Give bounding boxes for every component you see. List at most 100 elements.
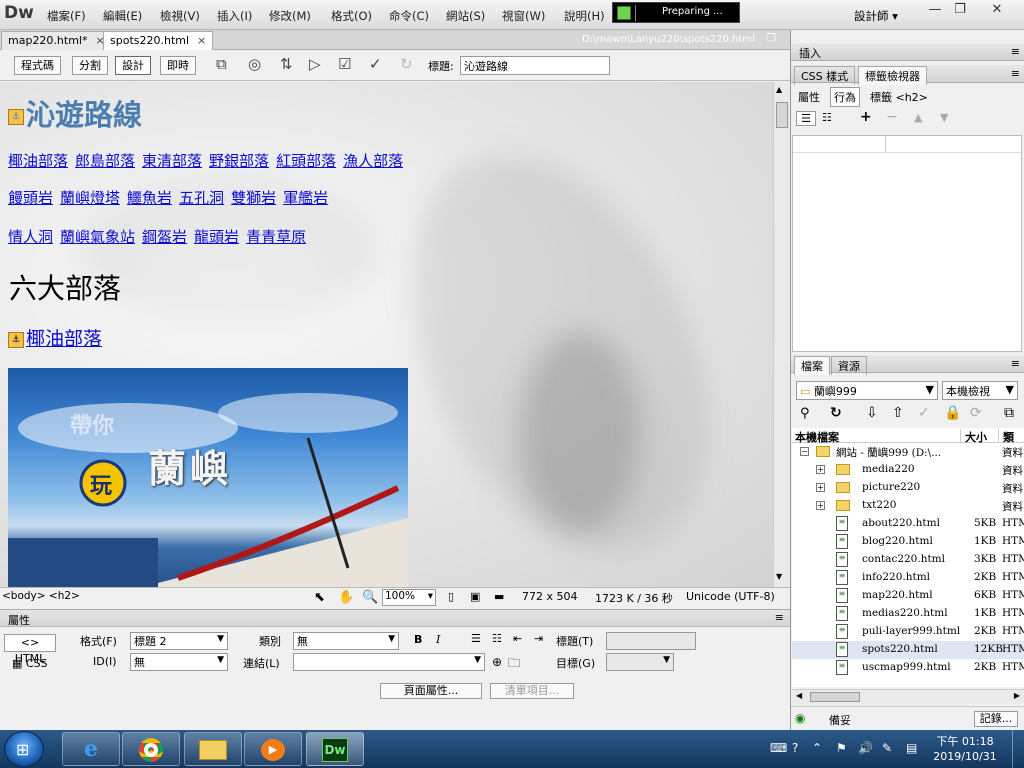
action-center-icon[interactable]: ⚑ (836, 741, 847, 755)
collapse-icon[interactable]: − (800, 447, 809, 456)
multiscreen-icon[interactable]: ⧉ (216, 55, 227, 73)
size-mobile-icon[interactable]: ▯ (448, 590, 454, 603)
page-properties-button[interactable]: 頁面屬性... (380, 683, 482, 699)
link-site-3[interactable]: 鋼盔岩 (142, 228, 187, 246)
file-row[interactable]: ≡ info220.html 2KB HTM (792, 569, 1024, 587)
list-item-button[interactable]: 清單項目... (490, 683, 574, 699)
page-title-input[interactable]: 沁遊路線 (460, 56, 610, 75)
outdent-icon[interactable]: ⇤ (513, 632, 522, 645)
file-row[interactable]: ≡ about220.html 5KB HTM (792, 515, 1024, 533)
file-management-icon[interactable]: ⇅ (280, 55, 293, 73)
point-to-file-icon[interactable]: ⊕ (492, 655, 502, 669)
menu-window[interactable]: 視窗(W) (502, 8, 545, 24)
expand-icon[interactable]: + (816, 501, 825, 510)
media-taskbar-button[interactable]: ▶ (244, 732, 302, 766)
indent-icon[interactable]: ⇥ (534, 632, 543, 645)
panel-menu-icon[interactable]: ≡ (1011, 67, 1020, 80)
file-list-hscrollbar[interactable]: ◀ ▶ (792, 689, 1024, 704)
clock[interactable]: 下午 01:18 2019/10/31 (930, 734, 1000, 764)
page-heading[interactable]: ⚓ 沁遊路線 (8, 92, 142, 134)
hand-tool-icon[interactable]: ✋ (338, 590, 354, 605)
category-view-icon[interactable]: ☰ (796, 111, 816, 126)
input-method-icon[interactable]: ✎ (882, 741, 892, 755)
class-select[interactable]: 無 ▼ (293, 632, 399, 650)
expand-icon[interactable]: + (816, 483, 825, 492)
help-icon[interactable]: ? (792, 741, 798, 755)
named-anchor-icon[interactable]: ⚓ (8, 109, 24, 125)
link-spot-2[interactable]: 蘭嶼燈塔 (60, 189, 120, 207)
select-tool-icon[interactable]: ⬉ (314, 590, 325, 605)
network-icon[interactable]: ▤ (906, 741, 917, 755)
list-view-icon[interactable]: ☷ (822, 111, 832, 124)
html-mode-button[interactable]: <> HTML (4, 634, 56, 665)
window-size[interactable]: 772 x 504 (522, 590, 578, 603)
close-tab-icon[interactable]: × (197, 34, 206, 47)
panel-menu-icon[interactable]: ≡ (775, 611, 784, 624)
file-row[interactable]: ≡ uscmap999.html 2KB HTM (792, 659, 1024, 677)
live-view-button[interactable]: 即時 (160, 56, 196, 75)
tab-map220[interactable]: map220.html* × (1, 31, 112, 50)
link-village-6[interactable]: 漁人部落 (343, 152, 403, 170)
behaviors-list[interactable] (792, 135, 1022, 352)
named-anchor-icon[interactable]: ⚓ (8, 331, 24, 348)
menu-site[interactable]: 網站(S) (446, 8, 485, 24)
refresh-files-icon[interactable]: ↻ (830, 405, 842, 421)
tab-assets[interactable]: 資源 (831, 356, 867, 375)
unordered-list-icon[interactable]: ☰ (471, 632, 481, 645)
log-button[interactable]: 記錄... (974, 711, 1018, 727)
attributes-tab[interactable]: 屬性 (798, 89, 820, 105)
menu-insert[interactable]: 插入(I) (217, 8, 252, 24)
add-behavior-icon[interactable]: + (860, 109, 872, 125)
menu-modify[interactable]: 修改(M) (269, 8, 311, 24)
remove-behavior-icon[interactable]: − (886, 109, 898, 125)
format-select[interactable]: 標題 2 ▼ (130, 632, 228, 650)
close-button[interactable]: ✕ (970, 0, 1024, 20)
visual-aids-icon[interactable]: ☑ (338, 55, 351, 73)
design-view-canvas[interactable]: ⚓ 沁遊路線 椰油部落 郎島部落 東清部落 野銀部落 紅頭部落 漁人部落 饅頭岩 蘭嶼燈塔 鱷魚… (0, 82, 773, 587)
menu-commands[interactable]: 命令(C) (389, 8, 429, 24)
insert-panel-header[interactable]: 插入 ≡ (791, 43, 1024, 61)
file-row[interactable]: ≡ map220.html 6KB HTM (792, 587, 1024, 605)
menu-file[interactable]: 檔案(F) (47, 8, 86, 24)
link-site-4[interactable]: 龍頭岩 (194, 228, 239, 246)
code-view-button[interactable]: 程式碼 (14, 56, 61, 75)
expand-icon[interactable]: + (816, 465, 825, 474)
link-spot-1[interactable]: 饅頭岩 (8, 189, 53, 207)
file-row[interactable]: ≡ puli-layer999.html 2KB HTM (792, 623, 1024, 641)
checkin-icon[interactable]: 🔒 (944, 405, 961, 421)
explorer-taskbar-button[interactable] (184, 732, 242, 766)
panel-menu-icon[interactable]: ≡ (1011, 357, 1020, 370)
chrome-taskbar-button[interactable] (122, 732, 180, 766)
scroll-up-icon[interactable]: ▲ (776, 85, 782, 94)
zoom-tool-icon[interactable]: 🔍 (362, 590, 378, 605)
move-down-icon[interactable]: ▼ (940, 111, 948, 124)
preview-browser-icon[interactable]: ◎ (248, 55, 261, 73)
tray-expand-icon[interactable]: ⌃ (812, 741, 822, 755)
ie-taskbar-button[interactable]: e (62, 732, 120, 766)
sync-icon[interactable]: ⟳ (970, 405, 982, 421)
site-root-row[interactable]: − 網站 - 蘭嶼999 (D:\... 資料 (792, 443, 1024, 461)
workspace-switcher[interactable]: 設計師 ▾ (854, 8, 898, 24)
menu-view[interactable]: 檢視(V) (160, 8, 200, 24)
file-row[interactable]: ≡ contac220.html 3KB HTM (792, 551, 1024, 569)
tab-tag-inspector[interactable]: 標籤檢視器 (858, 66, 927, 85)
design-scrollbar[interactable]: ▲ ▼ (773, 82, 790, 587)
menu-edit[interactable]: 編輯(E) (103, 8, 142, 24)
dreamweaver-taskbar-button[interactable]: Dw (306, 732, 364, 766)
link-spot-3[interactable]: 鱷魚岩 (127, 189, 172, 207)
get-files-icon[interactable]: ⇩ (866, 405, 878, 421)
folder-row[interactable]: + picture220 資料 (792, 479, 1024, 497)
scroll-thumb[interactable] (776, 102, 788, 128)
link-spot-4[interactable]: 五孔洞 (179, 189, 224, 207)
title-input[interactable] (606, 632, 696, 650)
design-view-button[interactable]: 設計 (115, 56, 151, 75)
section-heading[interactable]: 六大部落 (9, 267, 121, 307)
site-select[interactable]: ▭ 蘭嶼999 ▼ (796, 381, 938, 400)
target-select[interactable]: ▼ (606, 653, 674, 671)
link-village-1[interactable]: 椰油部落 (8, 152, 68, 170)
behaviors-tab[interactable]: 行為 (830, 87, 860, 107)
size-desktop-icon[interactable]: ▬ (494, 590, 504, 603)
sub-heading-link[interactable]: 椰油部落 (26, 328, 102, 350)
link-spot-5[interactable]: 雙獅岩 (231, 189, 276, 207)
insert-tab[interactable]: 插入 (799, 45, 821, 61)
